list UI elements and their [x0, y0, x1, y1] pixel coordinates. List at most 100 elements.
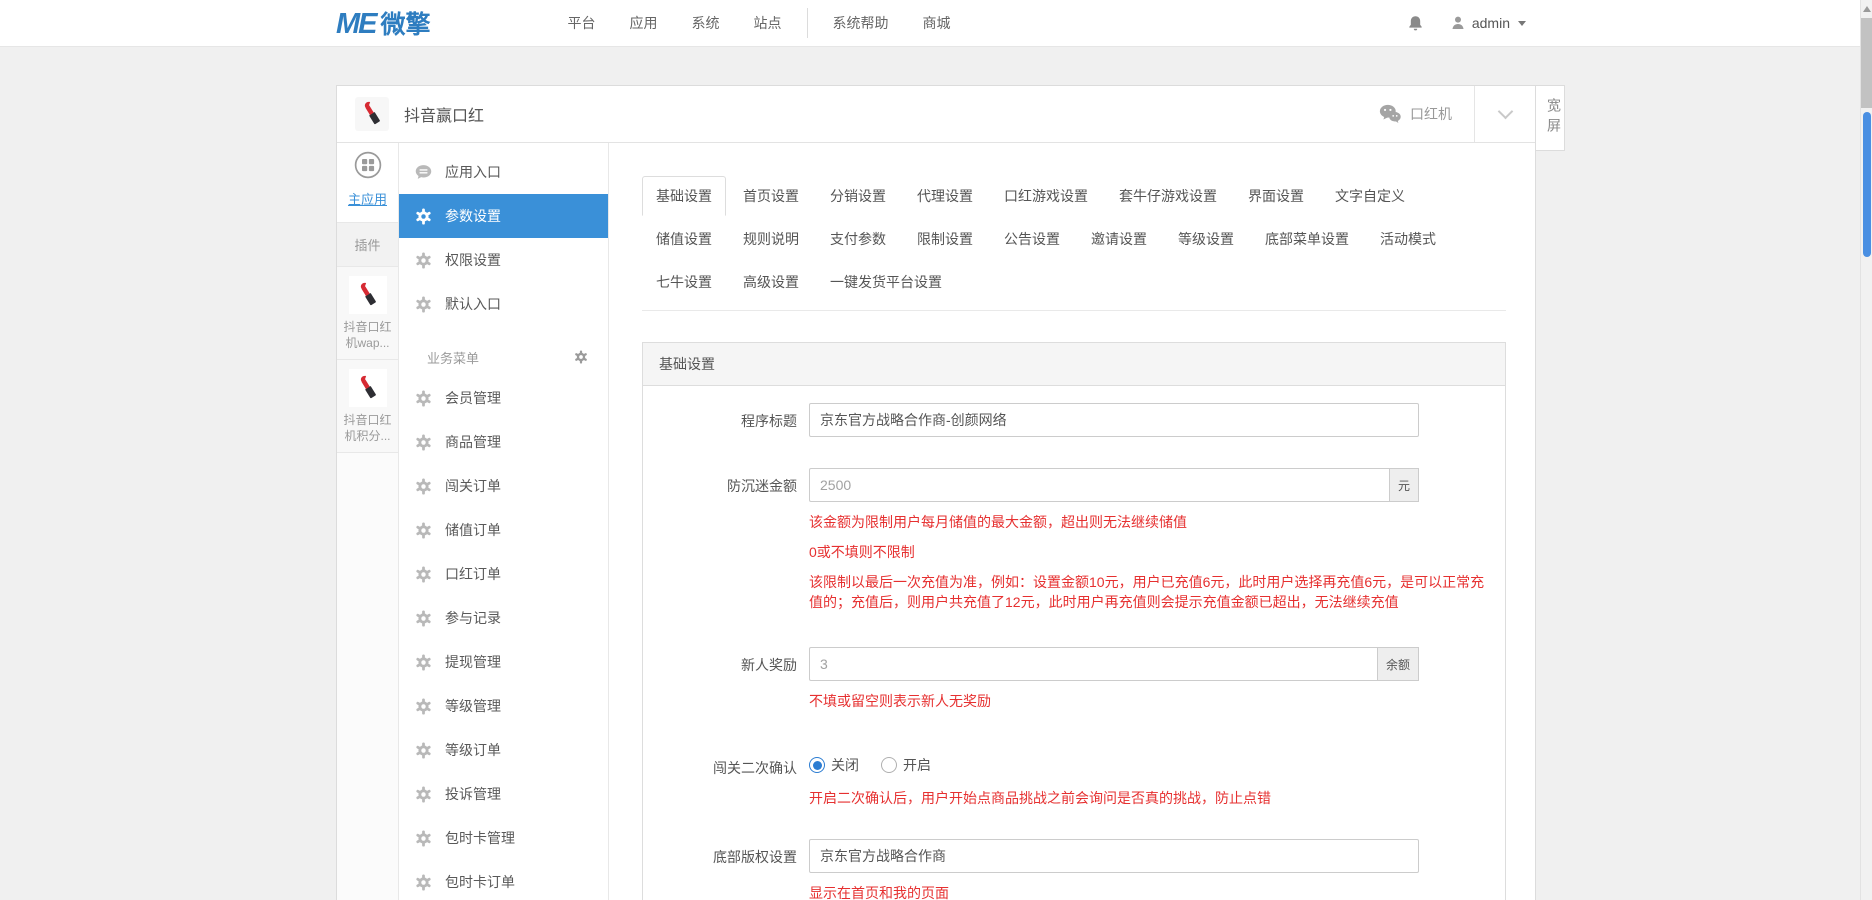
settings-tab[interactable]: 文字自定义: [1321, 176, 1419, 216]
radio-option-open[interactable]: 开启: [881, 755, 931, 775]
menu-item-label: 商品管理: [445, 432, 501, 452]
basic-settings-panel: 基础设置 程序标题 防沉迷金额: [642, 342, 1506, 900]
menu-item-label: 应用入口: [445, 162, 501, 182]
sidebar-entry-list: 应用入口 参数设置 权限设置 默认入口: [399, 150, 608, 326]
gear-icon: [415, 610, 432, 627]
settings-tab[interactable]: 活动模式: [1366, 219, 1450, 259]
settings-tab[interactable]: 公告设置: [990, 219, 1074, 259]
settings-tab[interactable]: 等级设置: [1164, 219, 1248, 259]
scrollbar-up-arrow-icon[interactable]: [1863, 6, 1871, 12]
rail-app-tile[interactable]: 抖音口红 机wap...: [337, 267, 398, 360]
gear-icon: [415, 208, 432, 225]
navbar-menu-item[interactable]: 应用: [613, 8, 675, 38]
settings-tab[interactable]: 首页设置: [729, 176, 813, 216]
settings-tab[interactable]: 底部菜单设置: [1251, 219, 1363, 259]
username: admin: [1472, 15, 1510, 31]
chevron-down-icon: [1497, 104, 1513, 120]
sidebar-menu-item[interactable]: 闯关订单: [399, 464, 608, 508]
sidebar-menu-item[interactable]: 应用入口: [399, 150, 608, 194]
sidebar-menu-item[interactable]: 等级订单: [399, 728, 608, 772]
sidebar-menu-item[interactable]: 会员管理: [399, 376, 608, 420]
help-text: 显示在首页和我的页面: [809, 883, 1489, 900]
settings-tab[interactable]: 高级设置: [729, 262, 813, 302]
rail-app-tile[interactable]: 抖音口红 机积分...: [337, 360, 398, 453]
sidebar-menu-item[interactable]: 参数设置: [399, 194, 608, 238]
settings-tab[interactable]: 支付参数: [816, 219, 900, 259]
settings-tab[interactable]: 限制设置: [903, 219, 987, 259]
section-gear-icon[interactable]: [574, 350, 588, 364]
module-switch-button[interactable]: 口红机: [1357, 104, 1474, 124]
lipstick-app-icon: [349, 369, 387, 407]
settings-tab[interactable]: 一键发货平台设置: [816, 262, 956, 302]
settings-tab[interactable]: 口红游戏设置: [990, 176, 1102, 216]
lipstick-app-icon: [349, 276, 387, 314]
radio-option-close[interactable]: 关闭: [809, 755, 859, 775]
comment-icon: [415, 164, 432, 181]
settings-tab[interactable]: 分销设置: [816, 176, 900, 216]
settings-tab[interactable]: 界面设置: [1234, 176, 1318, 216]
field-label: 新人奖励: [667, 655, 797, 681]
menu-item-label: 等级订单: [445, 740, 501, 760]
app-name-line2: 机积分...: [338, 428, 397, 444]
business-menu-section: 业务菜单: [399, 338, 608, 376]
sidebar-menu-item[interactable]: 提现管理: [399, 640, 608, 684]
navbar-menu-item[interactable]: 商城: [906, 8, 968, 38]
menu-item-label: 储值订单: [445, 520, 501, 540]
app-lipstick-icon: [355, 97, 389, 131]
collapse-header-button[interactable]: [1475, 86, 1535, 142]
radio-label: 关闭: [831, 755, 859, 775]
widescreen-toggle[interactable]: 宽屏: [1536, 85, 1565, 151]
sidebar-menu-item[interactable]: 权限设置: [399, 238, 608, 282]
settings-tab[interactable]: 套牛仔游戏设置: [1105, 176, 1231, 216]
tab-row-2: 储值设置规则说明支付参数限制设置公告设置邀请设置等级设置底部菜单设置活动模式: [642, 219, 1506, 262]
help-text: 0或不填则不限制: [809, 542, 1489, 562]
menu-item-label: 口红订单: [445, 564, 501, 584]
custom-scrollbar-thumb[interactable]: [1863, 112, 1871, 257]
sidebar-menu-item[interactable]: 包时卡订单: [399, 860, 608, 900]
navbar-menu-item[interactable]: 平台: [551, 8, 613, 38]
notification-bell-icon[interactable]: [1407, 15, 1424, 32]
field-newcomer-reward: 新人奖励 余额: [643, 647, 1505, 681]
help-text: 该金额为限制用户每月储值的最大金额，超出则无法继续储值: [809, 512, 1489, 532]
gear-icon: [415, 252, 432, 269]
copyright-input[interactable]: [809, 839, 1419, 873]
anti-addiction-input[interactable]: [809, 468, 1389, 502]
settings-tab[interactable]: 代理设置: [903, 176, 987, 216]
settings-tab[interactable]: 储值设置: [642, 219, 726, 259]
navbar-menu-item[interactable]: 站点: [737, 8, 799, 38]
menu-item-label: 参与记录: [445, 608, 501, 628]
sidebar-menu-item[interactable]: 口红订单: [399, 552, 608, 596]
settings-tab[interactable]: 邀请设置: [1077, 219, 1161, 259]
app-name-line1: 抖音口红: [338, 412, 397, 428]
gear-icon: [415, 874, 432, 891]
settings-tabs: 基础设置首页设置分销设置代理设置口红游戏设置套牛仔游戏设置界面设置文字自定义 储…: [642, 176, 1506, 311]
app-rail: 主应用 插件 抖音口红 机wap... 抖音口红 机积分...: [337, 143, 399, 900]
navbar-menu-item[interactable]: 系统帮助: [807, 8, 906, 38]
gear-icon: [415, 478, 432, 495]
menu-item-label: 默认入口: [445, 294, 501, 314]
sidebar-menu-item[interactable]: 储值订单: [399, 508, 608, 552]
sidebar-menu-item[interactable]: 包时卡管理: [399, 816, 608, 860]
sidebar-menu-item[interactable]: 默认入口: [399, 282, 608, 326]
user-dropdown[interactable]: admin: [1450, 15, 1526, 31]
app-name-line2: 机wap...: [338, 335, 397, 351]
page-scrollbar: [1860, 0, 1872, 900]
rail-tab-plugin[interactable]: 插件: [337, 222, 398, 267]
program-title-input[interactable]: [809, 403, 1419, 437]
unit-addon: 余额: [1377, 647, 1419, 681]
tab-row-3: 七牛设置高级设置一键发货平台设置: [642, 262, 1506, 305]
scrollbar-thumb[interactable]: [1861, 18, 1872, 108]
newcomer-reward-input[interactable]: [809, 647, 1377, 681]
gear-icon: [415, 742, 432, 759]
sidebar-menu-item[interactable]: 商品管理: [399, 420, 608, 464]
sidebar-menu-item[interactable]: 投诉管理: [399, 772, 608, 816]
settings-tab[interactable]: 基础设置: [642, 176, 726, 216]
sidebar-menu-item[interactable]: 等级管理: [399, 684, 608, 728]
settings-tab[interactable]: 七牛设置: [642, 262, 726, 302]
field-label: 闯关二次确认: [667, 758, 797, 778]
navbar-menu-item[interactable]: 系统: [675, 8, 737, 38]
weengine-logo[interactable]: ME 微擎: [336, 5, 431, 41]
sidebar-menu-item[interactable]: 参与记录: [399, 596, 608, 640]
settings-tab[interactable]: 规则说明: [729, 219, 813, 259]
rail-tab-main-app[interactable]: 主应用: [337, 143, 398, 222]
